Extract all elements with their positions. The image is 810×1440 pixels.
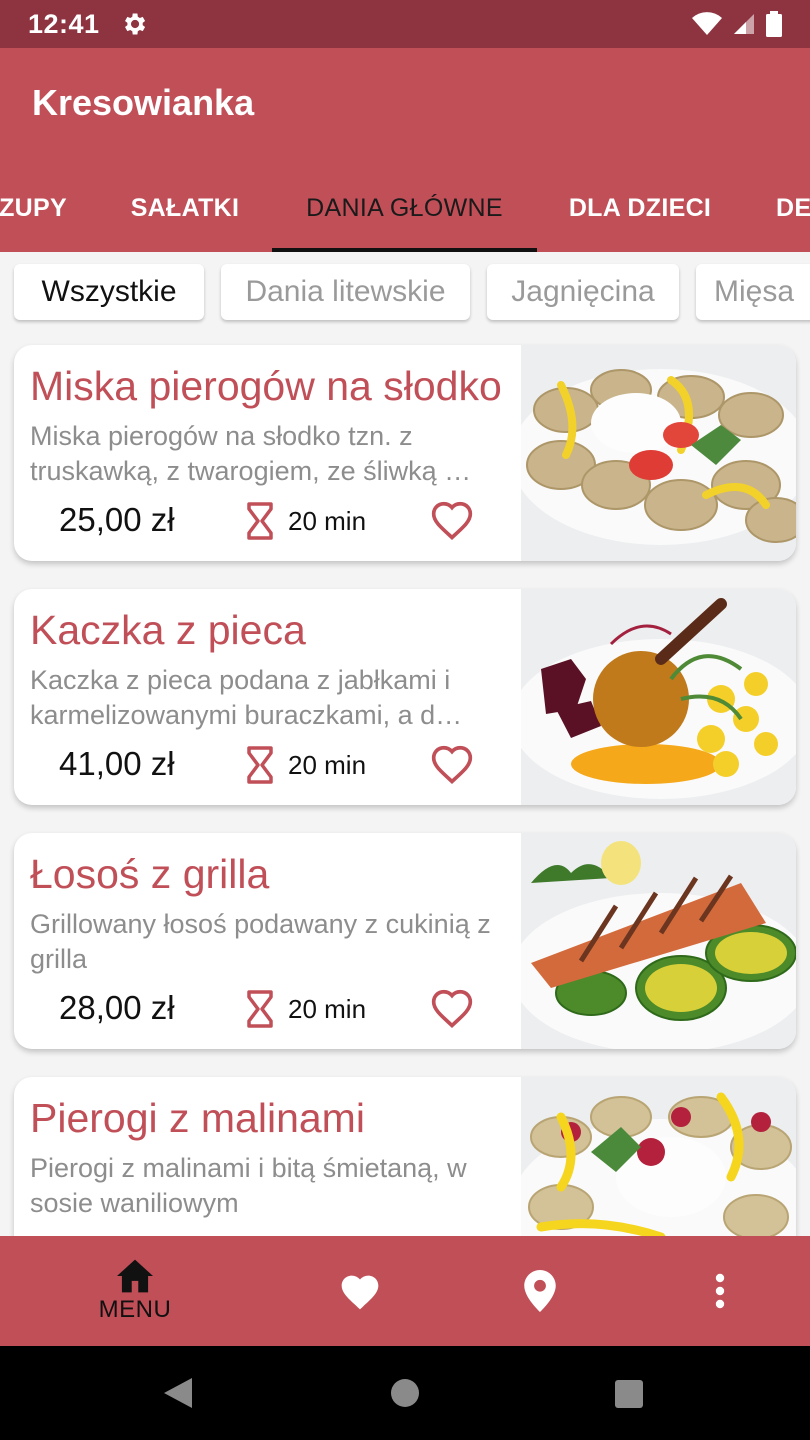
wifi-icon	[692, 12, 722, 35]
dish-description: Miska pierogów na słodko tzn. z truskawk…	[30, 421, 472, 486]
tab-desery[interactable]: DE	[760, 164, 810, 252]
dish-prep-time: 20 min	[246, 989, 366, 1029]
home-icon	[117, 1259, 153, 1293]
back-icon[interactable]	[162, 1376, 194, 1410]
tab-salatki[interactable]: SAŁATKI	[110, 164, 260, 252]
tab-zupy[interactable]: ZUPY	[0, 164, 78, 252]
favorite-heart-icon[interactable]	[430, 743, 474, 787]
gear-icon	[124, 13, 145, 35]
dish-title: Kaczka z pieca	[30, 607, 306, 653]
dish-description: Kaczka z pieca podana z jabłkami i karme…	[30, 665, 463, 730]
dish-time-label: 20 min	[288, 749, 367, 780]
chip-miesa[interactable]: Mięsa	[696, 264, 810, 320]
dish-description: Grillowany łosoś podawany z cukinią z gr…	[30, 909, 491, 974]
dish-photo	[521, 833, 796, 1049]
dish-card[interactable]: Miska pierogów na słodko Miska pierogów …	[14, 345, 796, 561]
battery-icon	[766, 11, 782, 37]
nav-favorites[interactable]	[310, 1236, 410, 1346]
status-time: 12:41	[28, 8, 100, 39]
dish-card[interactable]: Kaczka z pieca Kaczka z pieca podana z j…	[14, 589, 796, 805]
filter-chips: Wszystkie Dania litewskie Jagnięcina Mię…	[0, 252, 810, 334]
hourglass-icon	[247, 502, 273, 540]
status-icons	[692, 11, 782, 37]
favorite-heart-icon[interactable]	[430, 499, 474, 543]
dish-title: Łosoś z grilla	[30, 851, 270, 897]
dish-photo	[521, 345, 796, 561]
status-bar: 12:41	[0, 0, 810, 48]
dish-price: 25,00 zł	[59, 501, 175, 538]
signal-icon	[734, 14, 754, 34]
dish-prep-time: 20 min	[246, 745, 366, 785]
tab-dla-dzieci[interactable]: DLA DZIECI	[550, 164, 730, 252]
dish-list: Miska pierogów na słodko Miska pierogów …	[0, 334, 810, 1236]
bottom-navigation: MENU	[0, 1236, 810, 1346]
more-vertical-icon	[715, 1273, 725, 1309]
dish-price: 41,00 zł	[59, 745, 175, 782]
hourglass-icon	[247, 746, 273, 784]
heart-icon	[341, 1275, 379, 1310]
dish-title: Pierogi z malinami	[30, 1095, 365, 1141]
dish-card[interactable]: Pierogi z malinami Pierogi z malinami i …	[14, 1077, 796, 1236]
dish-card[interactable]: Łosoś z grilla Grillowany łosoś podawany…	[14, 833, 796, 1049]
nav-menu-label: MENU	[98, 1296, 172, 1323]
app-bar: Kresowianka ZUPY SAŁATKI DANIA GŁÓWNE DL…	[0, 48, 810, 252]
chip-wszystkie[interactable]: Wszystkie	[14, 264, 204, 320]
dish-price: 28,00 zł	[59, 989, 175, 1026]
dish-photo	[521, 589, 796, 805]
favorite-heart-icon[interactable]	[430, 987, 474, 1031]
app-title: Kresowianka	[32, 82, 255, 123]
dish-title: Miska pierogów na słodko	[30, 363, 502, 409]
nav-more[interactable]	[680, 1236, 760, 1346]
nav-location[interactable]	[490, 1236, 590, 1346]
location-pin-icon	[524, 1270, 556, 1312]
dish-time-label: 20 min	[288, 993, 367, 1024]
dish-time-label: 20 min	[288, 505, 367, 536]
dish-prep-time: 20 min	[246, 501, 366, 541]
category-tabs: ZUPY SAŁATKI DANIA GŁÓWNE DLA DZIECI DE	[0, 164, 810, 252]
chip-jagniecina[interactable]: Jagnięcina	[487, 264, 679, 320]
recents-icon[interactable]	[614, 1379, 644, 1409]
tab-dania-glowne[interactable]: DANIA GŁÓWNE	[272, 164, 537, 252]
dish-description: Pierogi z malinami i bitą śmietaną, w so…	[30, 1153, 467, 1218]
hourglass-icon	[247, 990, 273, 1028]
home-circle-icon[interactable]	[390, 1378, 420, 1408]
system-navigation-bar	[0, 1346, 810, 1440]
dish-photo	[521, 1077, 796, 1236]
nav-menu[interactable]: MENU	[70, 1236, 200, 1346]
chip-dania-litewskie[interactable]: Dania litewskie	[221, 264, 470, 320]
